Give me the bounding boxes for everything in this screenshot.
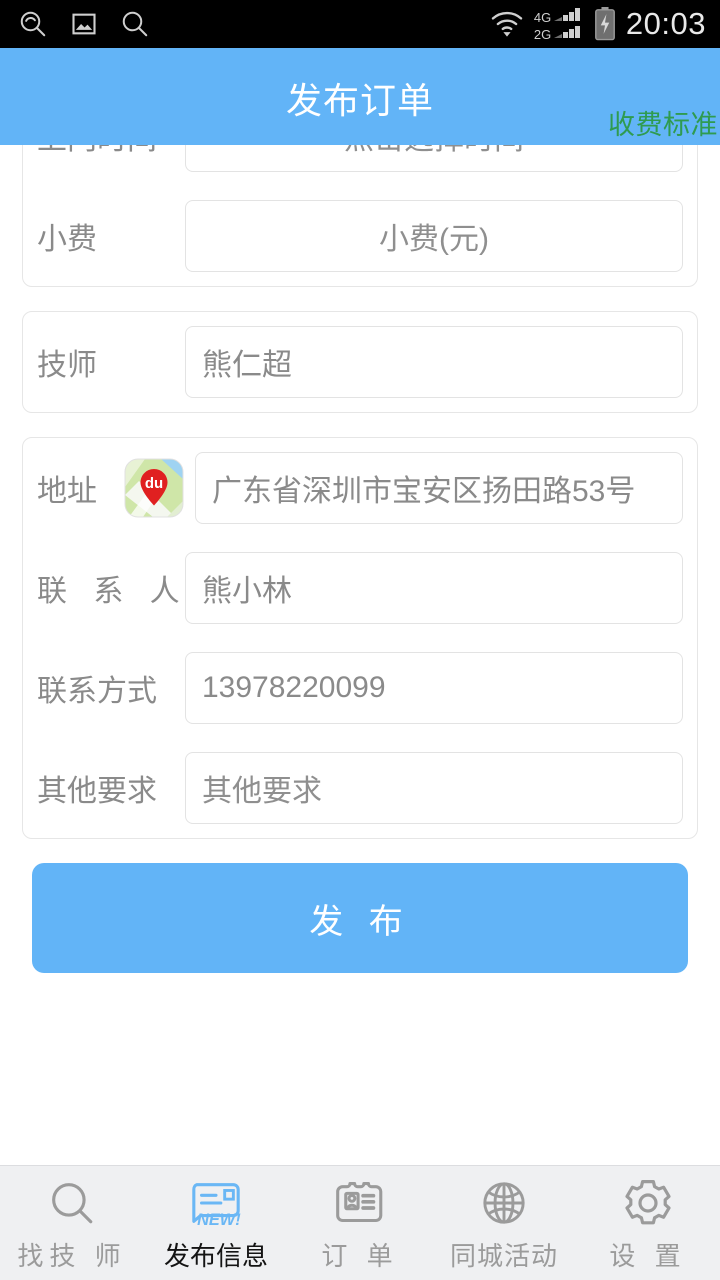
gallery-icon [70,10,98,38]
address-row: 地址 du 广东省深圳市宝安区扬田路53号 [23,438,697,538]
contact-phone-row: 联系方式 13978220099 [23,638,697,738]
other-requirements-input[interactable]: 其他要求 [185,752,683,824]
gear-icon [622,1174,674,1232]
address-label: 地址 [37,475,97,508]
nav-item-orders[interactable]: 订 单 [288,1166,432,1280]
technician-card: 技师 熊仁超 [22,311,698,413]
app-header: 发布订单 收费标准 [0,48,720,145]
new-post-icon: NEW! [189,1174,243,1232]
contact-card: 地址 du 广东省深圳市宝安区扬田路53号 联 系 人 熊小林 联系方式 139… [22,437,698,839]
status-bar-left-icons [18,9,150,39]
contact-phone-input[interactable]: 13978220099 [185,652,683,724]
form-scroll-area[interactable]: 上门时间 点击选择时间 小费 小费(元) 技师 熊仁超 地址 [0,145,720,1165]
tip-row: 小费 小费(元) [23,186,697,286]
nav-label-find-technician: 找技 师 [17,1240,127,1271]
technician-label: 技师 [37,349,97,382]
nav-item-settings[interactable]: 设 置 [576,1166,720,1280]
nav-item-city-events[interactable]: 同城活动 [432,1166,576,1280]
nav-label-settings: 设 置 [609,1240,687,1271]
visit-time-input[interactable]: 点击选择时间 [185,145,683,172]
contact-name-label: 联 系 人 [37,575,189,608]
globe-icon [479,1174,529,1232]
contact-name-row: 联 系 人 熊小林 [23,538,697,638]
nav-label-city-events: 同城活动 [449,1240,558,1271]
nav-item-publish-info[interactable]: NEW! 发布信息 [144,1166,288,1280]
wifi-icon [490,10,524,38]
id-card-icon [335,1174,385,1232]
clock: 20:03 [625,6,706,41]
svg-text:NEW!: NEW! [197,1211,241,1229]
visit-time-label: 上门时间 [37,145,185,158]
other-requirements-label: 其他要求 [37,775,157,808]
publish-button[interactable]: 发 布 [32,863,688,973]
sim1-signal-icon [553,8,580,21]
schedule-card: 上门时间 点击选择时间 小费 小费(元) [22,145,698,287]
fee-standard-link[interactable]: 收费标准 [608,103,718,142]
search-history-icon [18,9,48,39]
bottom-navigation: 找技 师 NEW! 发布信息 订 单 同城活动 设 置 [0,1165,720,1280]
other-requirements-row: 其他要求 其他要求 [23,738,697,838]
nav-label-orders: 订 单 [321,1240,399,1271]
baidu-map-icon[interactable]: du [123,457,185,519]
sim1-network-label: 4G [533,10,552,25]
technician-input[interactable]: 熊仁超 [185,326,683,398]
signal-indicators: 4G 2G [533,8,584,42]
search-icon [47,1174,97,1232]
address-input[interactable]: 广东省深圳市宝安区扬田路53号 [195,452,683,524]
contact-phone-label: 联系方式 [37,675,157,708]
tip-label: 小费 [37,223,97,256]
nav-label-publish-info: 发布信息 [163,1240,268,1271]
contact-name-input[interactable]: 熊小林 [185,552,683,624]
technician-row: 技师 熊仁超 [23,312,697,412]
status-bar-right-icons: 4G 2G 20:03 [490,6,706,42]
sim2-network-label: 2G [533,27,552,42]
svg-text:du: du [145,475,163,492]
nav-item-find-technician[interactable]: 找技 师 [0,1166,144,1280]
status-bar: 4G 2G 20:03 [0,0,720,48]
visit-time-row: 上门时间 点击选择时间 [23,145,697,186]
sim2-signal-icon [553,26,580,38]
search-icon [120,9,150,39]
tip-input[interactable]: 小费(元) [185,200,683,272]
battery-charging-icon [594,7,616,41]
